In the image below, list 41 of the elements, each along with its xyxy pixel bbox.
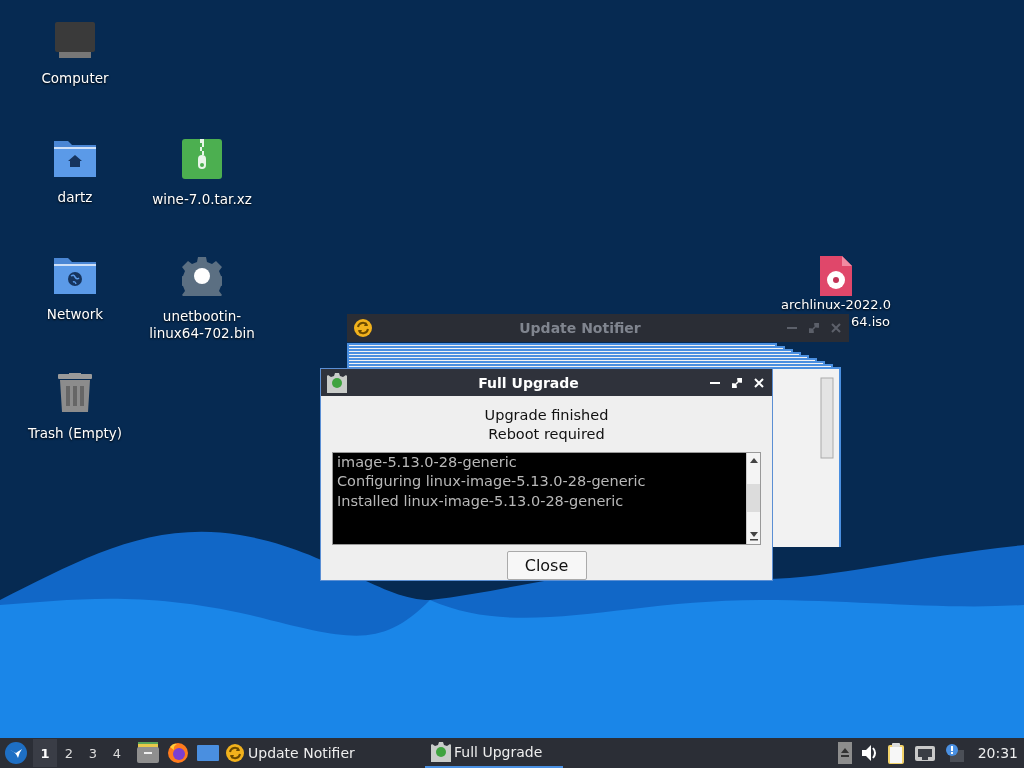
icon-label[interactable]: Network bbox=[46, 306, 104, 323]
icon-label[interactable]: Computer bbox=[41, 70, 109, 87]
scroll-thumb[interactable] bbox=[747, 483, 760, 512]
log-line: Installed linux-image-5.13.0-28-generic bbox=[337, 492, 625, 511]
icon-label[interactable]: archlinux-2022.0 bbox=[781, 297, 891, 312]
icon-label[interactable]: wine-7.0.tar.xz bbox=[152, 191, 252, 208]
scroll-down-icon[interactable] bbox=[748, 531, 759, 541]
monitor-icon[interactable] bbox=[53, 22, 97, 58]
network-folder-icon[interactable] bbox=[53, 256, 97, 294]
browser-icon[interactable] bbox=[167, 742, 189, 764]
clock[interactable]: 20:31 bbox=[977, 745, 1018, 761]
window-title: Full Upgrade bbox=[477, 374, 580, 391]
workspace-button[interactable]: 1 bbox=[33, 739, 57, 767]
scroll-up-icon[interactable] bbox=[748, 456, 759, 464]
window-title: Update Notifier bbox=[518, 320, 642, 336]
scrollbar[interactable] bbox=[746, 453, 760, 544]
icon-label[interactable]: Trash (Empty) bbox=[27, 425, 122, 442]
log-line: image-5.13.0-28-generic bbox=[337, 453, 518, 471]
message-text: Upgrade finished bbox=[484, 406, 609, 425]
clipboard-icon[interactable] bbox=[885, 742, 906, 764]
workspace-button[interactable]: 2 bbox=[57, 739, 81, 767]
close-button[interactable]: Close bbox=[506, 551, 587, 580]
refresh-icon bbox=[353, 318, 373, 338]
icon-label[interactable]: 64.iso bbox=[851, 314, 890, 329]
eject-icon[interactable] bbox=[837, 742, 852, 764]
icon-label[interactable]: unetbootin-linux64-702.bin bbox=[147, 308, 257, 342]
log-line: Configuring linux-image-5.13.0-28-generic bbox=[337, 472, 647, 491]
file-cabinet-icon[interactable] bbox=[137, 742, 159, 764]
message-text: Reboot required bbox=[488, 425, 605, 444]
trash-icon[interactable] bbox=[55, 373, 95, 413]
refresh-icon bbox=[225, 743, 245, 763]
workspace-button[interactable]: 4 bbox=[105, 739, 129, 767]
start-menu-icon[interactable] bbox=[5, 742, 27, 764]
home-folder-icon[interactable] bbox=[53, 139, 97, 177]
notification-icon[interactable] bbox=[943, 742, 964, 764]
icon-label[interactable]: dartz bbox=[57, 189, 93, 206]
desktop-icon[interactable] bbox=[197, 742, 219, 764]
taskbar-button[interactable]: Update Notifier bbox=[219, 738, 369, 768]
taskbar-button[interactable]: Full Upgrade bbox=[425, 738, 563, 768]
workspace-button[interactable]: 3 bbox=[81, 739, 105, 767]
disc-file-icon[interactable] bbox=[818, 256, 854, 296]
